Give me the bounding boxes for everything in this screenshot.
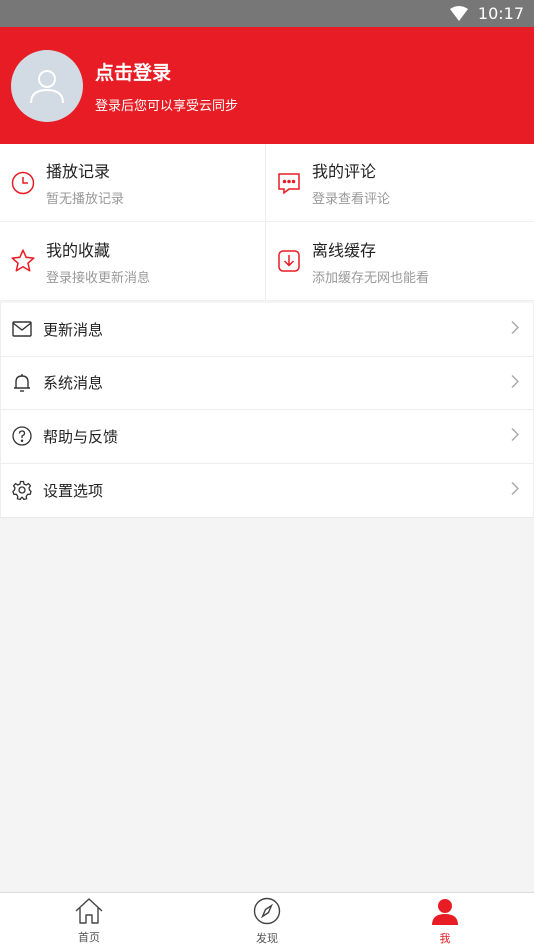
chevron-right-icon	[511, 373, 520, 392]
mail-icon	[11, 318, 33, 340]
user-icon	[431, 897, 459, 928]
menu-item-label: 帮助与反馈	[43, 427, 119, 446]
menu-item-system-messages[interactable]: 系统消息	[1, 357, 533, 410]
grid-item-favorites[interactable]: 我的收藏 登录接收更新消息	[0, 222, 266, 300]
grid-item-sub: 登录接收更新消息	[46, 270, 151, 286]
grid-item-comments[interactable]: 我的评论 登录查看评论	[266, 144, 534, 222]
download-icon	[276, 248, 302, 274]
wifi-icon	[449, 6, 468, 21]
grid-item-title: 离线缓存	[312, 240, 377, 260]
tab-label: 首页	[78, 930, 100, 944]
star-icon	[10, 248, 36, 274]
gear-icon	[11, 479, 33, 501]
menu-item-help-feedback[interactable]: 帮助与反馈	[1, 410, 533, 464]
menu-item-settings[interactable]: 设置选项	[1, 464, 533, 518]
help-icon	[11, 425, 33, 447]
menu-list: 更新消息 系统消息 帮助与反馈 设置选项	[0, 303, 534, 518]
tab-label: 发现	[256, 931, 278, 945]
menu-item-label: 系统消息	[43, 374, 104, 393]
home-icon	[75, 897, 103, 927]
user-icon	[30, 69, 64, 103]
chevron-right-icon	[511, 427, 520, 446]
tab-me[interactable]: 我	[356, 893, 534, 949]
bell-icon	[11, 372, 33, 394]
grid-item-title: 我的收藏	[46, 240, 111, 260]
status-bar: 10:17	[0, 0, 534, 27]
grid-item-sub: 暂无播放记录	[46, 192, 125, 207]
tab-label: 我	[439, 931, 451, 945]
menu-item-label: 更新消息	[43, 320, 104, 339]
compass-icon	[253, 897, 281, 928]
tab-home[interactable]: 首页	[0, 893, 178, 949]
chevron-right-icon	[511, 320, 520, 339]
grid-item-title: 我的评论	[312, 162, 377, 181]
grid-item-sub: 添加缓存无网也能看	[312, 270, 430, 286]
login-header[interactable]: 点击登录 登录后您可以享受云同步	[0, 27, 534, 144]
clock-icon	[10, 170, 36, 196]
grid-item-offline-cache[interactable]: 离线缓存 添加缓存无网也能看	[266, 222, 534, 300]
bottom-tab-bar: 首页 发现 我	[0, 892, 534, 949]
status-time: 10:17	[477, 4, 524, 23]
grid-item-title: 播放记录	[46, 162, 111, 181]
comment-icon	[276, 170, 302, 196]
login-title[interactable]: 点击登录	[95, 58, 238, 85]
menu-item-label: 设置选项	[43, 481, 104, 500]
grid-item-sub: 登录查看评论	[312, 192, 391, 207]
avatar[interactable]	[11, 49, 83, 122]
login-subtitle: 登录后您可以享受云同步	[95, 98, 239, 114]
menu-item-update-messages[interactable]: 更新消息	[1, 303, 533, 357]
quick-grid: 播放记录 暂无播放记录 我的评论 登录查看评论 我的收藏 登录接收更新消息 离线…	[0, 144, 534, 301]
grid-item-history[interactable]: 播放记录 暂无播放记录	[0, 144, 266, 222]
chevron-right-icon	[511, 481, 520, 500]
tab-discover[interactable]: 发现	[178, 893, 356, 949]
